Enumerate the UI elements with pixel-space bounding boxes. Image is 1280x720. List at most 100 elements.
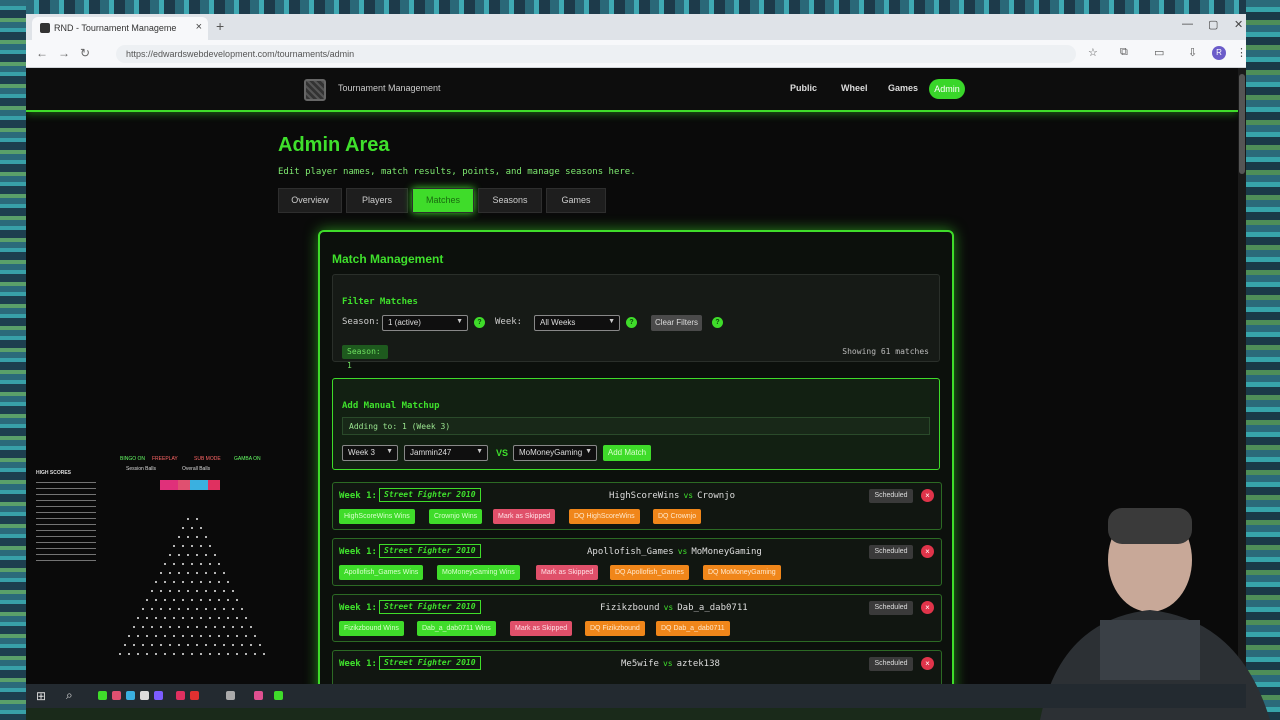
dq-button[interactable]: DQ HighScoreWins [569, 509, 640, 524]
add-match-button[interactable]: Add Match [603, 445, 651, 461]
plinko-peg [245, 617, 247, 619]
skip-button[interactable]: Mark as Skipped [536, 565, 599, 580]
maximize-icon[interactable]: ▢ [1208, 18, 1218, 31]
tab-matches[interactable]: Matches [412, 188, 474, 213]
manual-week-select[interactable]: Week 3 ▼ [342, 445, 398, 461]
plinko-peg [168, 626, 171, 628]
tab-players[interactable]: Players [346, 188, 408, 213]
close-window-icon[interactable]: ✕ [1234, 18, 1243, 31]
back-icon[interactable]: ← [36, 46, 48, 60]
url-field[interactable]: https://edwardswebdevelopment.com/tourna… [116, 45, 1076, 63]
dq-button[interactable]: DQ Fizikzbound [585, 621, 645, 636]
plinko-peg [182, 581, 184, 583]
site-brand[interactable]: Tournament Management [338, 83, 441, 93]
profile-avatar[interactable]: R [1212, 46, 1226, 60]
tab-seasons[interactable]: Seasons [478, 188, 542, 213]
plinko-peg [168, 572, 171, 574]
tab-games[interactable]: Games [546, 188, 606, 213]
plinko-peg [182, 545, 184, 547]
nav-wheel[interactable]: Wheel [841, 83, 868, 93]
taskbar-app-icon[interactable] [112, 691, 121, 700]
skip-button[interactable]: Mark as Skipped [510, 621, 573, 636]
delete-match-icon[interactable]: × [921, 489, 934, 502]
delete-match-icon[interactable]: × [921, 601, 934, 614]
taskbar-app-icon[interactable] [176, 691, 185, 700]
clear-filters-button[interactable]: Clear Filters [651, 315, 702, 331]
week-select[interactable]: All Weeks ▼ [534, 315, 620, 331]
season-select[interactable]: 1 (active) ▼ [382, 315, 468, 331]
taskbar-app-icon[interactable] [126, 691, 135, 700]
windows-start-icon[interactable]: ⊞ [36, 689, 46, 703]
win-button[interactable]: Fizikzbound Wins [339, 621, 404, 636]
close-tab-icon[interactable]: × [196, 21, 202, 33]
plinko-peg [186, 644, 189, 646]
taskbar-app-icon[interactable] [226, 691, 235, 700]
nav-games[interactable]: Games [888, 83, 918, 93]
taskbar-search-icon[interactable]: ⌕ [66, 688, 73, 703]
screen-noise-left [0, 0, 26, 720]
plinko-peg [236, 635, 238, 637]
plinko-peg [173, 599, 175, 601]
extensions-icon[interactable]: ⧉ [1120, 46, 1128, 59]
plinko-peg [200, 527, 202, 529]
overlay-score-list [36, 482, 96, 562]
browser-tab[interactable]: RND - Tournament Manageme × [32, 17, 208, 40]
plinko-peg [245, 635, 247, 637]
taskbar-app-icon[interactable] [254, 691, 263, 700]
player1-select[interactable]: Jammin247 ▼ [404, 445, 488, 461]
status-badge: Scheduled [869, 601, 913, 615]
overlay-meter [160, 480, 220, 490]
plinko-peg [191, 527, 193, 529]
win-button[interactable]: Apollofish_Games Wins [339, 565, 424, 580]
taskbar-app-icon[interactable] [98, 691, 107, 700]
clear-help-icon[interactable]: ? [712, 317, 723, 328]
scroll-thumb[interactable] [1239, 74, 1245, 174]
taskbar-app-icon[interactable] [140, 691, 149, 700]
dq-button[interactable]: DQ Apollofish_Games [610, 565, 689, 580]
reload-icon[interactable]: ↻ [80, 46, 90, 60]
nav-admin[interactable]: Admin [929, 79, 965, 99]
plinko-peg [177, 572, 180, 574]
new-tab-icon[interactable]: + [216, 18, 224, 34]
player2-select[interactable]: MoMoneyGaming ▼ [513, 445, 597, 461]
cast-icon[interactable]: ▭ [1154, 46, 1164, 59]
site-logo[interactable] [304, 79, 326, 101]
plinko-peg [186, 572, 189, 574]
plinko-peg [245, 653, 247, 655]
dq-button[interactable]: DQ Crownjo [653, 509, 702, 524]
taskbar-app-icon[interactable] [154, 691, 163, 700]
plinko-peg [222, 644, 225, 646]
taskbar-app-icon[interactable] [274, 691, 283, 700]
plinko-peg [213, 608, 216, 610]
week-help-icon[interactable]: ? [626, 317, 637, 328]
tab-overview[interactable]: Overview [278, 188, 342, 213]
dq-button[interactable]: DQ MoMoneyGaming [703, 565, 781, 580]
win-button[interactable]: HighScoreWins Wins [339, 509, 415, 524]
status-badge: Scheduled [869, 657, 913, 671]
plinko-peg [213, 644, 216, 646]
plinko-peg [155, 653, 157, 655]
plinko-peg [227, 653, 229, 655]
menu-kebab-icon[interactable]: ⋮ [1236, 46, 1247, 59]
win-button[interactable]: Crownjo Wins [429, 509, 483, 524]
plinko-peg [159, 626, 162, 628]
favicon-icon [40, 23, 50, 33]
skip-button[interactable]: Mark as Skipped [493, 509, 556, 524]
plinko-peg [168, 554, 171, 556]
download-icon[interactable]: ⇩ [1188, 46, 1197, 59]
chevron-down-icon: ▼ [456, 318, 463, 325]
dq-button[interactable]: DQ Dab_a_dab0711 [656, 621, 730, 636]
season-help-icon[interactable]: ? [474, 317, 485, 328]
forward-icon[interactable]: → [58, 46, 70, 60]
bookmark-star-icon[interactable]: ☆ [1088, 46, 1098, 59]
season-badge: Season: 1 [342, 345, 388, 370]
nav-public[interactable]: Public [790, 83, 817, 93]
taskbar-app-icon[interactable] [190, 691, 199, 700]
win-button[interactable]: MoMoneyGaming Wins [437, 565, 520, 580]
plinko-peg [173, 635, 175, 637]
win-button[interactable]: Dab_a_dab0711 Wins [417, 621, 496, 636]
delete-match-icon[interactable]: × [921, 545, 934, 558]
minimize-icon[interactable]: — [1182, 18, 1193, 30]
delete-match-icon[interactable]: × [921, 657, 934, 670]
filter-title: Filter Matches [342, 297, 418, 307]
